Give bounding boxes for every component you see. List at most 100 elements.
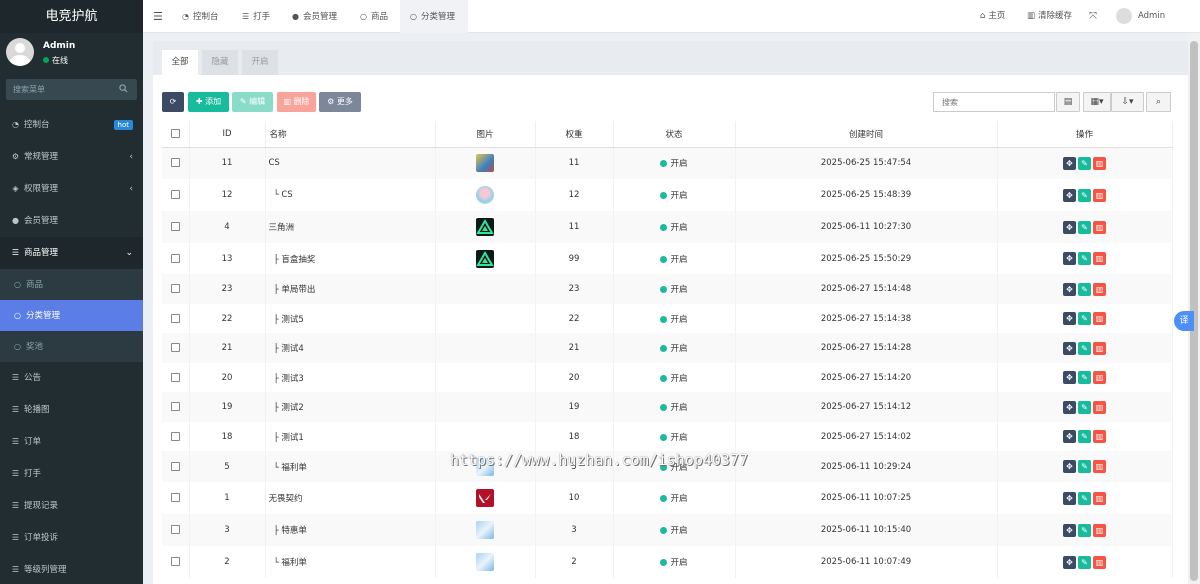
row-checkbox[interactable] (170, 461, 180, 471)
sidebar-item-levels[interactable]: ☰ 等级列管理 (0, 554, 143, 584)
row-checkbox[interactable] (170, 402, 180, 411)
table-row[interactable]: 21 ├ 测试4 21 开启 2025-06-27 15:14:28 ✥ ✎ ▥ (162, 333, 1173, 363)
sidebar-item-prize-pool[interactable]: ○ 奖池 (0, 331, 143, 362)
drag-sort-icon[interactable]: ✥ (1063, 341, 1076, 355)
cell-status[interactable]: 开启 (613, 179, 736, 211)
delete-icon[interactable]: ▥ (1093, 430, 1106, 443)
cell-status[interactable]: 开启 (613, 333, 736, 363)
refresh-button[interactable]: ⟳ (162, 92, 184, 112)
toggle-view-icon[interactable]: ▤ (1056, 92, 1080, 112)
column-header[interactable]: 创建时间 (735, 121, 998, 148)
row-checkbox[interactable] (170, 557, 180, 566)
tab-all[interactable]: 全部 (162, 50, 198, 75)
table-row[interactable]: 3 ├ 特惠单 3 开启 2025-06-11 10:15:40 ✥ ✎ ▥ (162, 514, 1173, 546)
table-row[interactable]: 4 三角洲 11 开启 2025-06-11 10:27:30 ✥ ✎ ▥ (162, 211, 1173, 243)
table-row[interactable]: 13 ├ 盲盒抽奖 99 开启 2025-06-25 15:50:29 ✥ ✎ ▥ (162, 243, 1173, 274)
cell-status[interactable]: 开启 (613, 147, 736, 179)
cell-status[interactable]: 开启 (613, 211, 736, 243)
app-logo[interactable]: 电竞护航 (0, 0, 143, 33)
column-header[interactable]: 状态 (613, 121, 736, 148)
row-checkbox[interactable] (170, 493, 180, 502)
edit-icon[interactable]: ✎ (1078, 156, 1091, 170)
table-row[interactable]: 19 ├ 测试2 19 开启 2025-06-27 15:14:12 ✥ ✎ ▥ (162, 392, 1173, 422)
row-checkbox[interactable] (170, 525, 180, 534)
edit-icon[interactable]: ✎ (1078, 430, 1091, 443)
tab-dashboard[interactable]: ◔ 控制台 (172, 0, 232, 33)
cell-status[interactable]: 开启 (613, 514, 736, 546)
row-checkbox[interactable] (170, 158, 180, 168)
delete-icon[interactable]: ▥ (1093, 282, 1106, 296)
tab-player[interactable]: ☰ 打手 (232, 0, 282, 33)
delete-icon[interactable]: ▥ (1093, 252, 1106, 265)
edit-icon[interactable]: ✎ (1078, 523, 1091, 537)
sidebar-item-players[interactable]: ☰ 打手 (0, 458, 143, 490)
sidebar-item-general[interactable]: ⚙ 常规管理 ‹ (0, 141, 143, 173)
menu-toggle-icon[interactable]: ☰ (153, 10, 163, 23)
cell-status[interactable]: 开启 (613, 274, 736, 304)
translate-button[interactable]: 译 (1174, 311, 1194, 331)
sidebar-item-goods-mgmt[interactable]: ☰ 商品管理 ⌄ (0, 237, 143, 269)
drag-sort-icon[interactable]: ✥ (1063, 555, 1076, 569)
sidebar-item-orders[interactable]: ☰ 订单 (0, 426, 143, 458)
edit-icon[interactable]: ✎ (1078, 341, 1091, 355)
row-checkbox[interactable] (170, 313, 180, 323)
menu-search-input[interactable] (6, 79, 111, 100)
home-link[interactable]: ⌂ 主页 (980, 0, 1005, 33)
row-checkbox[interactable] (170, 431, 180, 441)
select-all-checkbox[interactable] (170, 128, 180, 138)
row-checkbox[interactable] (170, 190, 180, 199)
delete-icon[interactable]: ▥ (1093, 400, 1106, 414)
drag-sort-icon[interactable]: ✥ (1063, 156, 1076, 170)
sidebar-item-category[interactable]: ○ 分类管理 (0, 300, 143, 331)
delete-button[interactable]: ▥ 删除 (277, 92, 316, 112)
edit-icon[interactable]: ✎ (1078, 491, 1091, 505)
drag-sort-icon[interactable]: ✥ (1063, 220, 1076, 234)
drag-sort-icon[interactable]: ✥ (1063, 188, 1076, 202)
column-header[interactable]: 权重 (535, 121, 614, 148)
drag-sort-icon[interactable]: ✥ (1063, 400, 1076, 414)
cell-status[interactable]: 开启 (613, 243, 736, 274)
row-checkbox[interactable] (170, 222, 180, 231)
drag-sort-icon[interactable]: ✥ (1063, 312, 1076, 325)
edit-icon[interactable]: ✎ (1078, 282, 1091, 296)
drag-sort-icon[interactable]: ✥ (1063, 252, 1076, 265)
table-row[interactable]: 18 ├ 测试1 18 开启 2025-06-27 15:14:02 ✥ ✎ ▥ (162, 422, 1173, 451)
drag-sort-icon[interactable]: ✥ (1063, 282, 1076, 296)
row-checkbox[interactable] (170, 284, 180, 293)
tab-members[interactable]: ● 会员管理 (282, 0, 350, 33)
edit-icon[interactable]: ✎ (1078, 460, 1091, 473)
drag-sort-icon[interactable]: ✥ (1063, 371, 1076, 384)
clear-cache-button[interactable]: ▥ 清除缓存 (1027, 0, 1072, 33)
more-button[interactable]: ⚙ 更多 (319, 92, 361, 112)
delete-icon[interactable]: ▥ (1093, 188, 1106, 202)
search-icon[interactable] (119, 84, 128, 93)
delete-icon[interactable]: ▥ (1093, 341, 1106, 355)
table-row[interactable]: 11 CS 11 开启 2025-06-25 15:47:54 ✥ ✎ ▥ (162, 147, 1173, 179)
cell-status[interactable]: 开启 (613, 422, 736, 451)
drag-sort-icon[interactable]: ✥ (1063, 523, 1076, 537)
delete-icon[interactable]: ▥ (1093, 312, 1106, 325)
cell-status[interactable]: 开启 (613, 482, 736, 514)
tab-category[interactable]: ○ 分类管理 (400, 0, 468, 33)
sidebar-item-members[interactable]: ● 会员管理 (0, 205, 143, 237)
header-admin[interactable]: Admin (1138, 0, 1165, 33)
tab-enabled[interactable]: 开启 (242, 50, 278, 75)
delete-icon[interactable]: ▥ (1093, 555, 1106, 569)
sidebar-item-permission[interactable]: ◈ 权限管理 ‹ (0, 173, 143, 205)
drag-sort-icon[interactable]: ✥ (1063, 430, 1076, 443)
edit-icon[interactable]: ✎ (1078, 555, 1091, 569)
edit-icon[interactable]: ✎ (1078, 252, 1091, 265)
table-row[interactable]: 2 └ 福利单 2 开启 2025-06-11 10:07:49 ✥ ✎ ▥ (162, 546, 1173, 578)
edit-icon[interactable]: ✎ (1078, 220, 1091, 234)
column-header[interactable]: 操作 (997, 121, 1173, 148)
sidebar-item-dashboard[interactable]: ◔ 控制台 hot (0, 109, 143, 141)
delete-icon[interactable]: ▥ (1093, 491, 1106, 505)
delete-icon[interactable]: ▥ (1093, 371, 1106, 384)
fullscreen-icon[interactable]: ⤧ (1089, 0, 1097, 33)
delete-icon[interactable]: ▥ (1093, 523, 1106, 537)
edit-icon[interactable]: ✎ (1078, 371, 1091, 384)
sidebar-item-notice[interactable]: ☰ 公告 (0, 362, 143, 394)
row-checkbox[interactable] (170, 372, 180, 382)
sidebar-item-withdraw[interactable]: ☰ 提现记录 (0, 490, 143, 522)
header-avatar[interactable] (1116, 8, 1132, 24)
